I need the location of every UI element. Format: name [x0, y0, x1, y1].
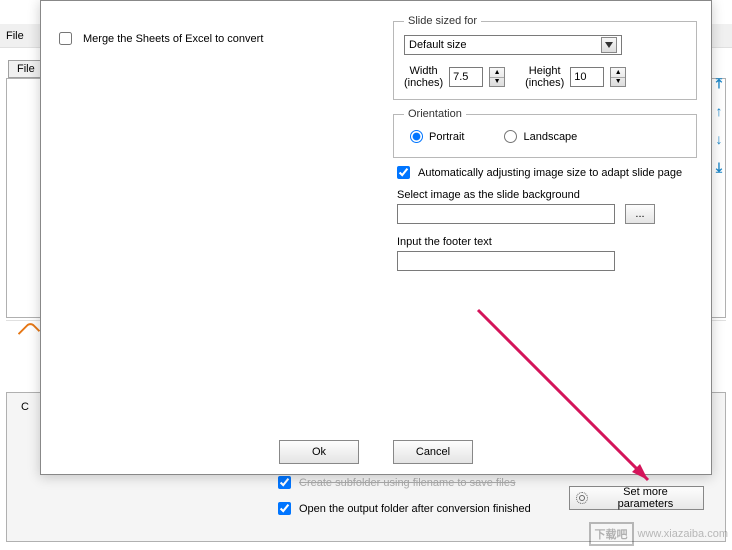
- portrait-option[interactable]: Portrait: [410, 130, 464, 143]
- watermark-logo: 下载吧: [589, 522, 634, 546]
- move-bottom-icon[interactable]: ⤓: [712, 160, 726, 174]
- ellipsis-icon: ...: [635, 208, 644, 220]
- orientation-group: Orientation Portrait Landscape: [393, 108, 697, 158]
- height-spinner[interactable]: ▲▼: [610, 67, 626, 87]
- browse-button[interactable]: ...: [625, 204, 655, 224]
- subfolder-checkbox[interactable]: [278, 476, 291, 489]
- cancel-button[interactable]: Cancel: [393, 440, 473, 464]
- landscape-option[interactable]: Landscape: [504, 130, 577, 143]
- height-label: Height (inches): [525, 65, 564, 89]
- watermark-url: www.xiazaiba.com: [638, 528, 728, 540]
- subfolder-checkbox-row: Create subfolder using filename to save …: [278, 476, 515, 489]
- width-label: Width (inches): [404, 65, 443, 89]
- auto-adjust-label: Automatically adjusting image size to ad…: [418, 167, 682, 179]
- bg-image-input[interactable]: [397, 204, 615, 224]
- side-toolbar: ⤒ ↑ ↓ ⤓: [712, 76, 726, 174]
- drive-label: C: [21, 401, 29, 413]
- openfolder-label: Open the output folder after conversion …: [299, 503, 531, 515]
- openfolder-checkbox[interactable]: [278, 502, 291, 515]
- move-down-icon[interactable]: ↓: [712, 132, 726, 146]
- bg-image-label: Select image as the slide background: [397, 189, 697, 201]
- parameters-dialog: Merge the Sheets of Excel to convert Sli…: [40, 0, 712, 475]
- landscape-radio[interactable]: [504, 130, 517, 143]
- portrait-radio[interactable]: [410, 130, 423, 143]
- width-control: Width (inches) ▲▼: [404, 65, 505, 89]
- menu-file[interactable]: File: [6, 30, 24, 42]
- portrait-label: Portrait: [429, 131, 464, 143]
- slide-size-dropdown[interactable]: Default size: [404, 35, 622, 55]
- landscape-label: Landscape: [523, 131, 577, 143]
- orientation-legend: Orientation: [404, 108, 466, 120]
- move-top-icon[interactable]: ⤒: [712, 76, 726, 90]
- move-up-icon[interactable]: ↑: [712, 104, 726, 118]
- dialog-button-row: Ok Cancel: [41, 440, 711, 464]
- auto-adjust-checkbox[interactable]: [397, 166, 410, 179]
- merge-sheets-checkbox[interactable]: [59, 32, 72, 45]
- dropdown-button-icon: [601, 37, 617, 53]
- width-input[interactable]: [449, 67, 483, 87]
- gear-icon: [576, 492, 588, 504]
- height-input[interactable]: [570, 67, 604, 87]
- openfolder-checkbox-row: Open the output folder after conversion …: [278, 502, 531, 515]
- ok-button[interactable]: Ok: [279, 440, 359, 464]
- height-control: Height (inches) ▲▼: [525, 65, 626, 89]
- file-column-header[interactable]: File: [8, 60, 44, 78]
- set-more-parameters-button[interactable]: Set more parameters: [569, 486, 704, 510]
- slide-size-value: Default size: [409, 39, 466, 51]
- width-spinner[interactable]: ▲▼: [489, 67, 505, 87]
- slide-size-group: Slide sized for Default size Width (inch…: [393, 15, 697, 100]
- footer-text-label: Input the footer text: [397, 236, 697, 248]
- set-more-label: Set more parameters: [594, 486, 697, 510]
- merge-sheets-label: Merge the Sheets of Excel to convert: [83, 33, 263, 45]
- footer-text-input[interactable]: [397, 251, 615, 271]
- convert-arrow-icon: [18, 321, 41, 344]
- slide-size-legend: Slide sized for: [404, 15, 481, 27]
- watermark: 下载吧 www.xiazaiba.com: [589, 522, 728, 546]
- subfolder-label: Create subfolder using filename to save …: [299, 477, 515, 489]
- merge-sheets-row: Merge the Sheets of Excel to convert: [55, 29, 263, 48]
- auto-adjust-row: Automatically adjusting image size to ad…: [397, 166, 697, 179]
